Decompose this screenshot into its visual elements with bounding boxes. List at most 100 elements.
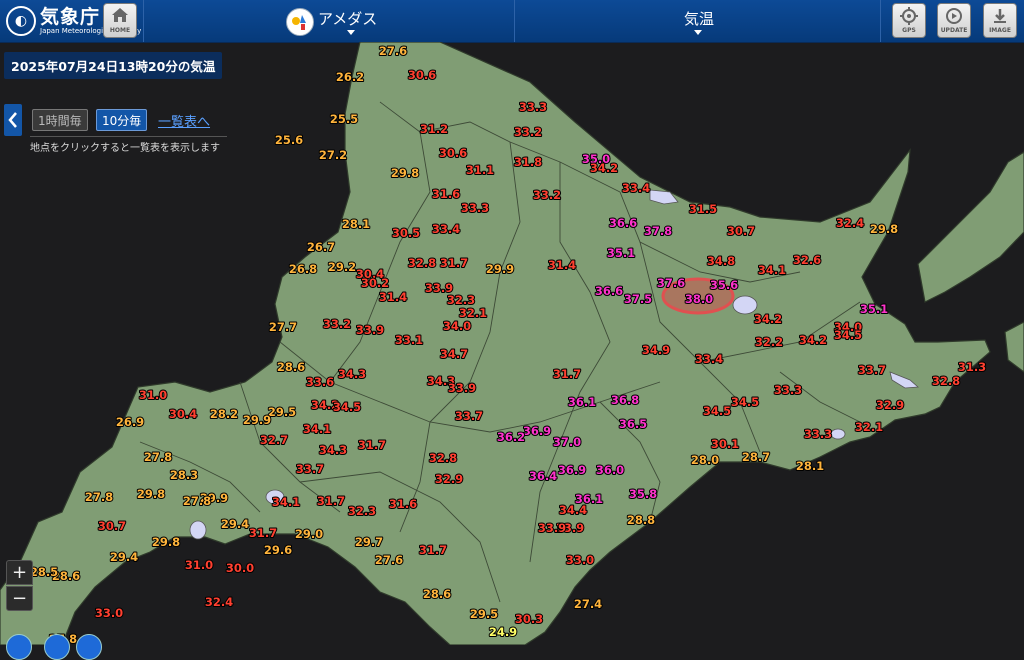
station-temperature[interactable]: 36.5 [618, 416, 648, 432]
station-temperature[interactable]: 25.6 [274, 132, 304, 148]
station-temperature[interactable]: 30.5 [391, 225, 421, 241]
station-temperature[interactable]: 32.3 [347, 503, 377, 519]
station-temperature[interactable]: 29.2 [327, 259, 357, 275]
station-temperature[interactable]: 34.8 [706, 253, 736, 269]
station-temperature[interactable]: 26.7 [306, 239, 336, 255]
station-temperature[interactable]: 33.4 [694, 351, 724, 367]
station-temperature[interactable]: 32.9 [434, 471, 464, 487]
station-temperature[interactable]: 28.3 [169, 467, 199, 483]
station-temperature[interactable]: 28.6 [422, 586, 452, 602]
station-temperature[interactable]: 36.6 [594, 283, 624, 299]
station-temperature[interactable]: 33.9 [537, 520, 567, 536]
station-temperature[interactable]: 32.1 [458, 305, 488, 321]
station-temperature[interactable]: 37.8 [643, 223, 673, 239]
station-temperature[interactable]: 29.9 [242, 412, 272, 428]
station-temperature[interactable]: 30.6 [407, 67, 437, 83]
station-temperature[interactable]: 33.6 [305, 374, 335, 390]
station-temperature[interactable]: 31.4 [378, 289, 408, 305]
element-menu[interactable]: 気温 [684, 8, 714, 29]
station-temperature[interactable]: 26.8 [288, 261, 318, 277]
station-temperature[interactable]: 27.6 [378, 43, 408, 59]
station-temperature[interactable]: 34.7 [439, 346, 469, 362]
station-temperature[interactable]: 32.2 [754, 334, 784, 350]
station-temperature[interactable]: 33.3 [460, 200, 490, 216]
station-temperature[interactable]: 26.9 [115, 414, 145, 430]
station-temperature[interactable]: 34.1 [757, 262, 787, 278]
station-temperature[interactable]: 31.4 [547, 257, 577, 273]
station-temperature[interactable]: 25.5 [329, 111, 359, 127]
station-temperature[interactable]: 37.0 [552, 434, 582, 450]
station-temperature[interactable]: 33.7 [857, 362, 887, 378]
station-temperature[interactable]: 31.0 [138, 387, 168, 403]
station-temperature[interactable]: 34.1 [302, 421, 332, 437]
station-temperature[interactable]: 37.6 [656, 275, 686, 291]
station-temperature[interactable]: 33.2 [322, 316, 352, 332]
station-temperature[interactable]: 34.0 [442, 318, 472, 334]
station-temperature[interactable]: 29.6 [263, 542, 293, 558]
station-temperature[interactable]: 29.5 [469, 606, 499, 622]
station-temperature[interactable]: 34.2 [753, 311, 783, 327]
station-temperature[interactable]: 33.9 [355, 322, 385, 338]
station-temperature[interactable]: 35.1 [859, 301, 889, 317]
station-temperature[interactable]: 29.0 [294, 526, 324, 542]
gps-button[interactable]: GPS [892, 3, 926, 38]
station-temperature[interactable]: 31.7 [552, 366, 582, 382]
station-temperature[interactable]: 31.7 [248, 525, 278, 541]
station-temperature[interactable]: 36.9 [557, 462, 587, 478]
update-button[interactable]: UPDATE [937, 3, 971, 38]
station-temperature[interactable]: 36.9 [522, 423, 552, 439]
station-temperature[interactable]: 27.8 [182, 493, 212, 509]
station-temperature[interactable]: 32.3 [446, 292, 476, 308]
station-temperature[interactable]: 35.1 [606, 245, 636, 261]
station-temperature[interactable]: 26.2 [335, 69, 365, 85]
station-temperature[interactable]: 29.9 [485, 261, 515, 277]
station-temperature[interactable]: 29.8 [869, 221, 899, 237]
station-temperature[interactable]: 29.4 [109, 549, 139, 565]
station-temperature[interactable]: 27.8 [84, 489, 114, 505]
station-temperature[interactable]: 33.7 [454, 408, 484, 424]
station-temperature[interactable]: 33.3 [518, 99, 548, 115]
station-temperature[interactable]: 32.4 [835, 215, 865, 231]
station-temperature[interactable]: 33.7 [295, 461, 325, 477]
zoom-out-button[interactable]: − [6, 586, 33, 611]
station-temperature[interactable]: 28.7 [741, 449, 771, 465]
station-temperature[interactable]: 35.6 [709, 277, 739, 293]
station-temperature[interactable]: 28.1 [341, 216, 371, 232]
station-temperature[interactable]: 33.0 [565, 552, 595, 568]
station-temperature[interactable]: 34.3 [337, 366, 367, 382]
station-temperature[interactable]: 33.1 [394, 332, 424, 348]
station-temperature[interactable]: 32.6 [792, 252, 822, 268]
interval-1hour-button[interactable]: 1時間毎 [32, 109, 88, 131]
station-temperature[interactable]: 30.6 [438, 145, 468, 161]
station-temperature[interactable]: 32.8 [407, 255, 437, 271]
station-temperature[interactable]: 30.7 [726, 223, 756, 239]
station-temperature[interactable]: 32.8 [428, 450, 458, 466]
amedas-menu[interactable]: アメダス [318, 8, 377, 29]
station-temperature[interactable]: 36.8 [610, 392, 640, 408]
station-temperature[interactable]: 36.6 [608, 215, 638, 231]
station-temperature[interactable]: 31.7 [439, 255, 469, 271]
station-temperature[interactable]: 28.0 [690, 452, 720, 468]
station-temperature[interactable]: 27.8 [143, 449, 173, 465]
station-temperature[interactable]: 36.2 [496, 429, 526, 445]
station-temperature[interactable]: 34.2 [798, 332, 828, 348]
zoom-in-button[interactable]: + [6, 560, 33, 585]
station-temperature[interactable]: 28.1 [795, 458, 825, 474]
station-temperature[interactable]: 32.7 [259, 432, 289, 448]
amedas-icon[interactable] [286, 8, 314, 36]
station-temperature[interactable]: 33.3 [803, 426, 833, 442]
station-temperature[interactable]: 32.9 [875, 397, 905, 413]
station-temperature[interactable]: 30.2 [360, 275, 390, 291]
station-temperature[interactable]: 33.4 [431, 221, 461, 237]
image-button[interactable]: IMAGE [983, 3, 1017, 38]
station-temperature[interactable]: 31.7 [316, 493, 346, 509]
station-temperature[interactable]: 31.7 [418, 542, 448, 558]
home-button[interactable]: HOME [103, 3, 137, 38]
station-temperature[interactable]: 31.5 [688, 201, 718, 217]
station-temperature[interactable]: 34.1 [271, 494, 301, 510]
station-temperature[interactable]: 32.4 [204, 594, 234, 610]
side-panel-toggle[interactable] [4, 104, 22, 136]
station-temperature[interactable]: 31.0 [184, 557, 214, 573]
station-temperature[interactable]: 34.5 [332, 399, 362, 415]
station-temperature[interactable]: 37.5 [623, 291, 653, 307]
